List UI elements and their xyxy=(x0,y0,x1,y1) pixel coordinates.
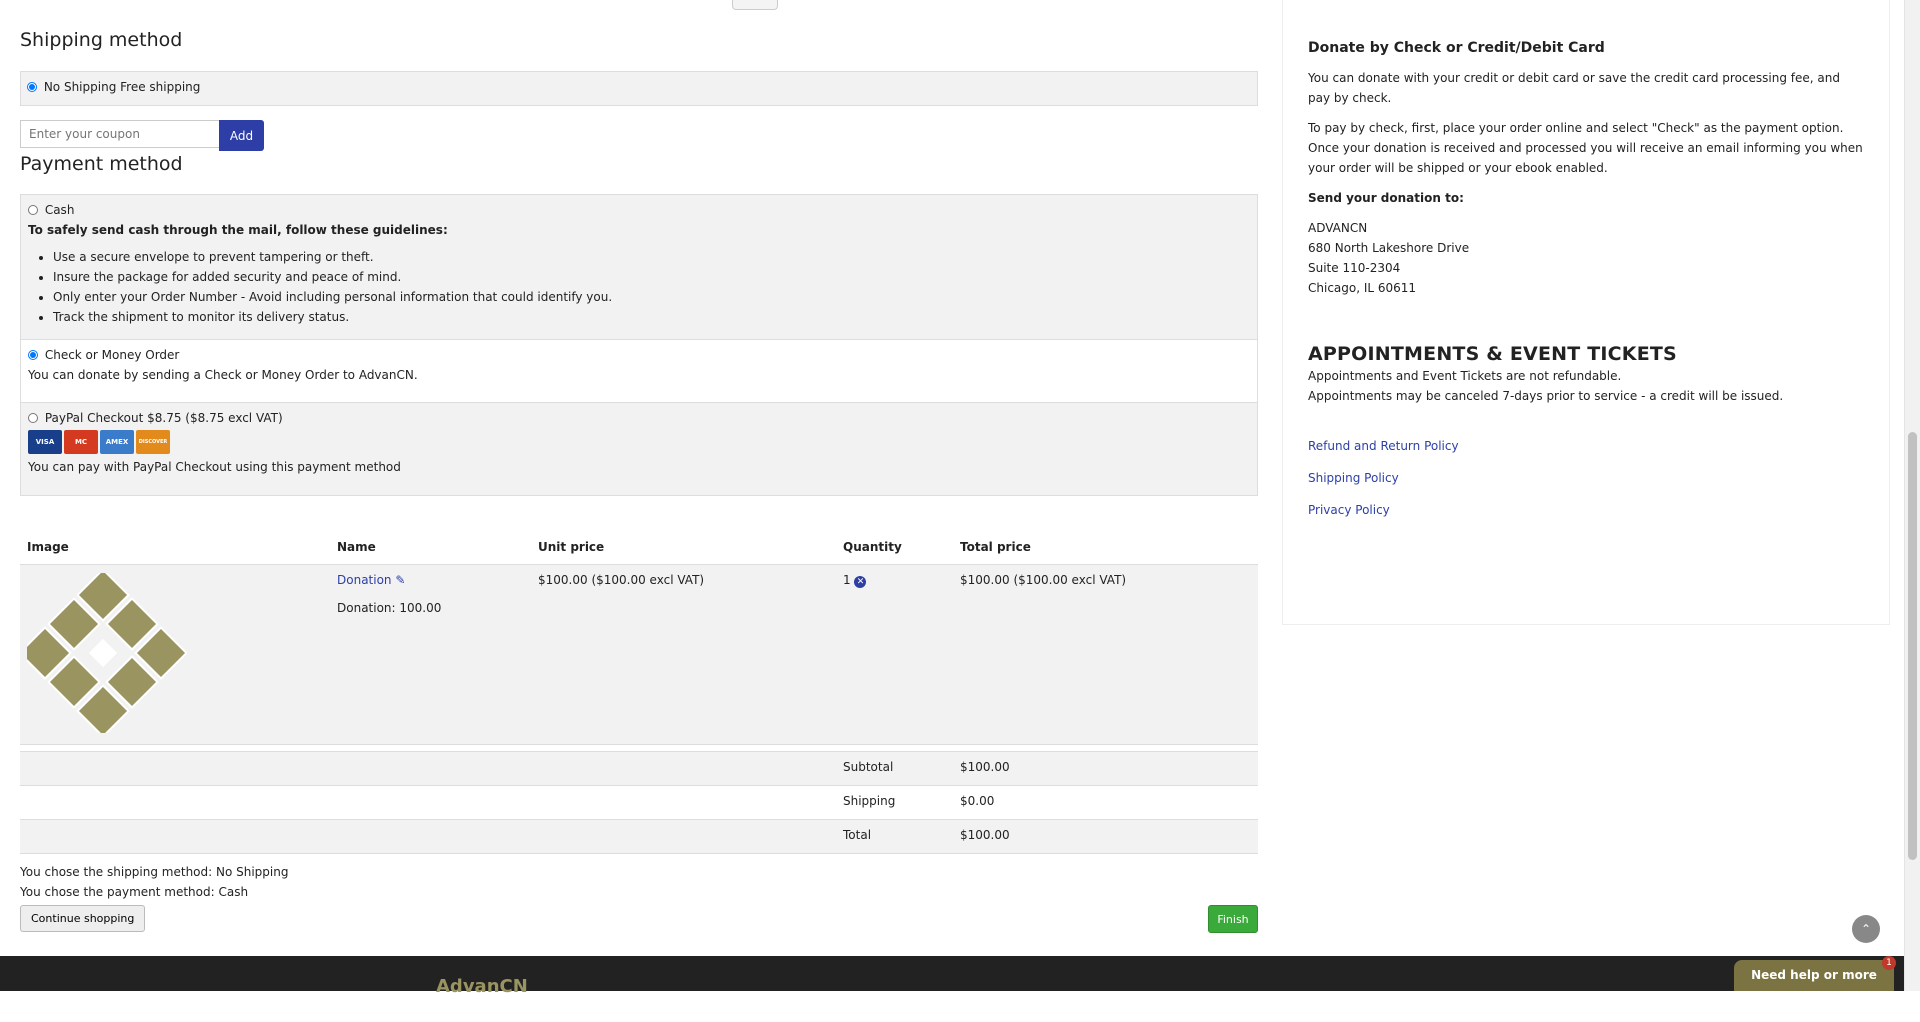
check-label: Check or Money Order xyxy=(44,348,180,362)
paypal-radio[interactable] xyxy=(28,413,38,423)
shipping-row: Shipping $0.00 xyxy=(20,785,1258,820)
subtotal-row: Subtotal $100.00 xyxy=(20,751,1258,786)
scrollbar-thumb[interactable] xyxy=(1908,432,1917,860)
remove-item-icon[interactable]: ✕ xyxy=(854,576,867,588)
col-total-price: Total price xyxy=(953,530,1258,565)
amex-icon: AMEX xyxy=(100,430,134,454)
privacy-policy-link[interactable]: Privacy Policy xyxy=(1308,500,1864,520)
refund-policy-link[interactable]: Refund and Return Policy xyxy=(1308,436,1864,456)
guideline-item: Insure the package for added security an… xyxy=(53,267,1250,287)
guideline-item: Use a secure envelope to prevent tamperi… xyxy=(53,247,1250,267)
paypal-option-label[interactable]: PayPal Checkout $8.75 ($8.75 excl VAT) xyxy=(28,411,283,425)
subtotal-value: $100.00 xyxy=(953,751,1258,786)
guideline-item: Track the shipment to monitor its delive… xyxy=(53,307,1250,327)
shipping-radio[interactable] xyxy=(27,82,37,92)
address-line: 680 North Lakeshore Drive xyxy=(1308,241,1470,255)
item-image-cell xyxy=(18,564,330,745)
col-image: Image xyxy=(20,530,330,565)
shipping-title: Shipping method xyxy=(20,29,183,51)
card-logos: VISA MC AMEX DISCOVER xyxy=(28,430,1250,454)
scroll-to-top-button[interactable]: ⌃ xyxy=(1852,915,1880,943)
coupon-input[interactable] xyxy=(20,120,220,148)
footer-brand: AdvanCN xyxy=(436,976,528,997)
table-row: Donation ✎ Donation: 100.00 $100.00 ($10… xyxy=(18,564,1258,745)
address-line: Chicago, IL 60611 xyxy=(1308,281,1417,295)
cash-radio[interactable] xyxy=(28,205,38,215)
item-detail: Donation: 100.00 xyxy=(337,601,442,615)
cash-guidelines: Use a secure envelope to prevent tamperi… xyxy=(28,247,1250,327)
col-quantity: Quantity xyxy=(836,530,953,565)
address: ADVANCN 680 North Lakeshore Drive Suite … xyxy=(1308,218,1864,298)
item-name-cell: Donation ✎ Donation: 100.00 xyxy=(330,564,531,745)
coupon-add-button[interactable]: Add xyxy=(219,120,264,151)
item-unit-price: $100.00 ($100.00 excl VAT) xyxy=(531,564,836,745)
cash-label: Cash xyxy=(44,203,75,217)
help-chat-button[interactable]: Need help or more inf... xyxy=(1734,960,1894,1013)
total-row: Total $100.00 xyxy=(20,819,1258,854)
check-option-label[interactable]: Check or Money Order xyxy=(28,348,179,362)
discover-icon: DISCOVER xyxy=(136,430,170,454)
scrollbar[interactable] xyxy=(1904,0,1920,991)
policy-links: Refund and Return Policy Shipping Policy… xyxy=(1308,436,1864,520)
address-line: Suite 110-2304 xyxy=(1308,261,1401,275)
shipping-policy-link[interactable]: Shipping Policy xyxy=(1308,468,1864,488)
payment-options: Cash To safely send cash through the mai… xyxy=(20,194,1258,496)
shipping-chosen: You chose the shipping method: No Shippi… xyxy=(20,865,289,879)
col-name: Name xyxy=(330,530,531,565)
donation-logo-icon xyxy=(18,568,188,738)
footer: AdvanCN xyxy=(0,956,1905,997)
coupon-form: Add xyxy=(20,120,264,151)
order-summary: You chose the shipping method: No Shippi… xyxy=(20,862,288,902)
check-description: You can donate by sending a Check or Mon… xyxy=(28,368,418,382)
item-name-link[interactable]: Donation xyxy=(337,573,392,587)
cash-option-label[interactable]: Cash xyxy=(28,203,74,217)
appointments-line-1: Appointments and Event Tickets are not r… xyxy=(1308,369,1622,383)
total-label: Total xyxy=(836,819,953,854)
donate-paragraph-1: You can donate with your credit or debit… xyxy=(1308,71,1840,105)
subtotal-label: Subtotal xyxy=(836,751,953,786)
shipping-value: $0.00 xyxy=(953,785,1258,820)
donate-paragraph-2: To pay by check, first, place your order… xyxy=(1308,121,1863,175)
address-line: ADVANCN xyxy=(1308,221,1368,235)
paypal-description: You can pay with PayPal Checkout using t… xyxy=(28,460,401,474)
shipping-option-label: No Shipping Free shipping xyxy=(43,80,201,94)
edit-pencil-icon[interactable]: ✎ xyxy=(395,573,405,587)
donate-title: Donate by Check or Credit/Debit Card xyxy=(1308,40,1605,56)
cash-guideline-title: To safely send cash through the mail, fo… xyxy=(28,223,448,237)
paypal-label: PayPal Checkout $8.75 ($8.75 excl VAT) xyxy=(44,411,283,425)
appointments-title: APPOINTMENTS & EVENT TICKETS xyxy=(1308,343,1677,365)
shipping-option[interactable]: No Shipping Free shipping xyxy=(27,80,200,94)
top-stub-button[interactable] xyxy=(732,0,778,10)
cart-table: Image Name Unit price Quantity Total pri… xyxy=(18,530,1258,854)
item-quantity: 1 xyxy=(843,573,851,587)
mastercard-icon: MC xyxy=(64,430,98,454)
continue-shopping-button[interactable]: Continue shopping xyxy=(20,905,146,932)
item-total-price: $100.00 ($100.00 excl VAT) xyxy=(953,564,1258,745)
payment-option-check: Check or Money Order You can donate by s… xyxy=(21,340,1257,403)
send-title: Send your donation to: xyxy=(1308,191,1464,205)
shipping-label: Shipping xyxy=(836,785,953,820)
appointments-line-2: Appointments may be canceled 7-days prio… xyxy=(1308,389,1784,403)
guideline-item: Only enter your Order Number - Avoid inc… xyxy=(53,287,1250,307)
payment-chosen: You chose the payment method: Cash xyxy=(20,885,249,899)
visa-icon: VISA xyxy=(28,430,62,454)
check-radio[interactable] xyxy=(28,350,38,360)
shipping-options: No Shipping Free shipping xyxy=(20,71,1258,106)
payment-option-paypal: PayPal Checkout $8.75 ($8.75 excl VAT) V… xyxy=(21,403,1257,495)
total-value: $100.00 xyxy=(953,819,1258,854)
payment-option-cash: Cash To safely send cash through the mai… xyxy=(21,195,1257,340)
info-sidebar: Donate by Check or Credit/Debit Card You… xyxy=(1282,0,1890,625)
col-unit-price: Unit price xyxy=(531,530,836,565)
payment-title: Payment method xyxy=(20,153,183,175)
finish-button[interactable]: Finish xyxy=(1208,905,1258,933)
item-quantity-cell: 1 ✕ xyxy=(836,564,953,745)
help-badge: 1 xyxy=(1882,956,1896,970)
